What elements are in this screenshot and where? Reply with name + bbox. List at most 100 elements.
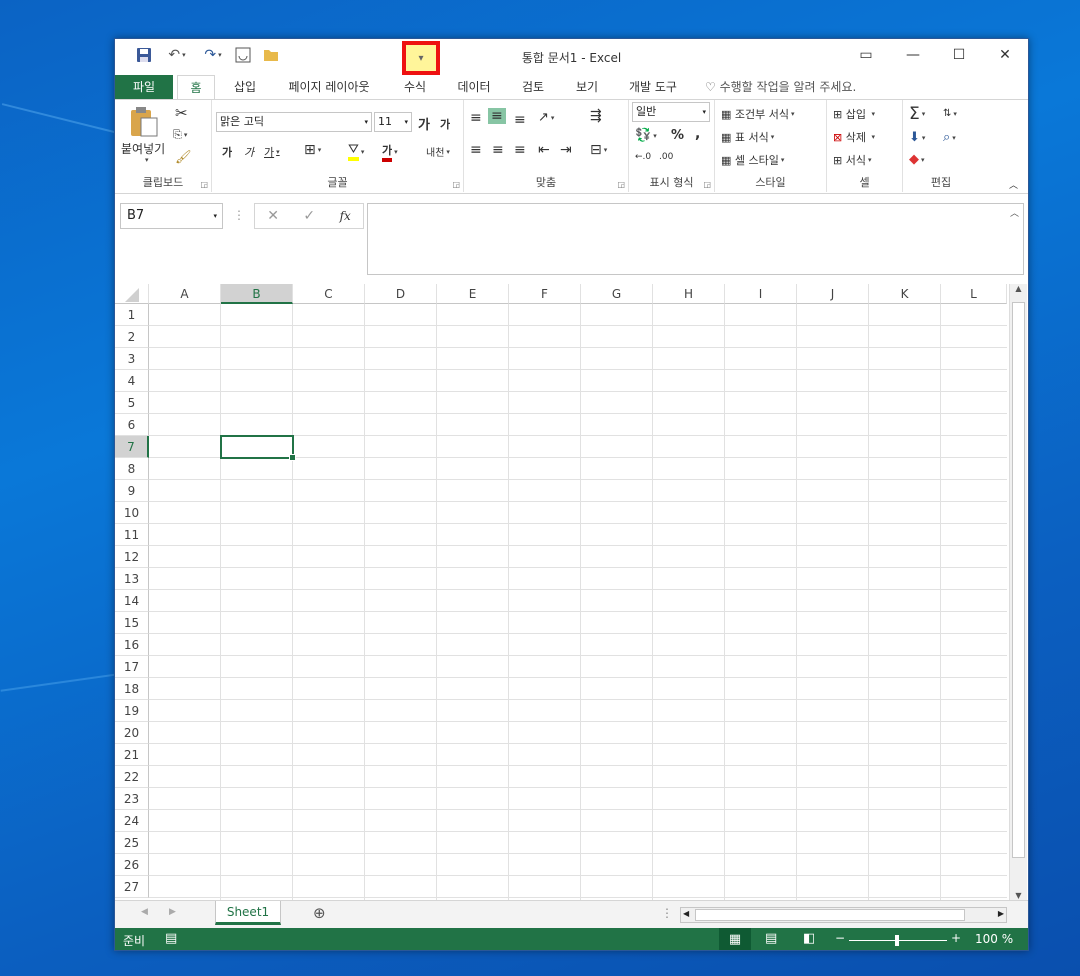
- row-header[interactable]: 25: [115, 832, 149, 854]
- row-header[interactable]: 16: [115, 634, 149, 656]
- tab-insert[interactable]: 삽입: [225, 75, 265, 99]
- tab-formulas[interactable]: 수식: [395, 75, 435, 99]
- cut-icon[interactable]: ✂: [175, 104, 188, 122]
- formula-input[interactable]: [367, 203, 1024, 275]
- middle-align-icon[interactable]: ≡: [488, 108, 506, 124]
- row-header[interactable]: 6: [115, 414, 149, 436]
- autosum-icon[interactable]: Σ ▾: [909, 104, 925, 124]
- zoom-in-icon[interactable]: +: [951, 931, 961, 945]
- bottom-align-icon[interactable]: ≡: [514, 112, 526, 128]
- row-header[interactable]: 11: [115, 524, 149, 546]
- column-header[interactable]: B: [221, 284, 293, 304]
- row-header[interactable]: 17: [115, 656, 149, 678]
- page-layout-view-icon[interactable]: ▤: [765, 931, 777, 946]
- format-painter-icon[interactable]: 🖌: [175, 150, 192, 165]
- font-color-button[interactable]: 가 ▾: [382, 142, 398, 162]
- scroll-thumb[interactable]: [1012, 302, 1025, 858]
- next-sheet-icon[interactable]: ▶: [169, 907, 176, 917]
- scroll-up-icon[interactable]: ▲: [1010, 284, 1027, 293]
- paste-button[interactable]: 붙여넣기: [121, 140, 165, 157]
- zoom-level[interactable]: 100 %: [975, 932, 1013, 946]
- row-header[interactable]: 24: [115, 810, 149, 832]
- cancel-icon[interactable]: ✕: [267, 208, 279, 224]
- enter-icon[interactable]: ✓: [303, 208, 315, 224]
- alignment-launcher-icon[interactable]: ◲: [617, 180, 625, 189]
- tab-developer[interactable]: 개발 도구: [621, 75, 685, 99]
- decrease-indent-icon[interactable]: ⇤: [538, 142, 550, 158]
- tab-data[interactable]: 데이터: [451, 75, 497, 99]
- grow-font-button[interactable]: 가: [418, 114, 430, 133]
- italic-button[interactable]: 가: [244, 144, 254, 160]
- font-launcher-icon[interactable]: ◲: [452, 180, 460, 189]
- row-header[interactable]: 2: [115, 326, 149, 348]
- shrink-font-button[interactable]: 가: [440, 116, 450, 132]
- number-launcher-icon[interactable]: ◲: [703, 180, 711, 189]
- tab-file[interactable]: 파일: [115, 75, 173, 99]
- copy-icon[interactable]: ⎘ ▾: [173, 128, 187, 142]
- tab-page-layout[interactable]: 페이지 레이아웃: [279, 75, 379, 99]
- cell-styles-button[interactable]: ▦ 셀 스타일 ▾: [721, 152, 784, 168]
- horizontal-scrollbar[interactable]: ◀ ▶: [680, 907, 1007, 923]
- column-header[interactable]: C: [293, 284, 365, 304]
- underline-button[interactable]: 가 ▾: [264, 144, 280, 160]
- orientation-icon[interactable]: ↗ ▾: [538, 110, 554, 125]
- row-header[interactable]: 4: [115, 370, 149, 392]
- column-header[interactable]: F: [509, 284, 581, 304]
- clipboard-launcher-icon[interactable]: ◲: [200, 180, 208, 189]
- row-header[interactable]: 13: [115, 568, 149, 590]
- align-right-icon[interactable]: ≡: [514, 142, 526, 158]
- minimize-button[interactable]: —: [895, 43, 931, 67]
- decrease-decimal-icon[interactable]: .00: [659, 152, 673, 162]
- tab-review[interactable]: 검토: [513, 75, 553, 99]
- close-button[interactable]: ✕: [987, 43, 1023, 67]
- percent-button[interactable]: %: [671, 128, 684, 143]
- wrap-text-icon[interactable]: ⇶: [590, 108, 602, 124]
- row-header[interactable]: 23: [115, 788, 149, 810]
- fill-color-icon[interactable]: ⛛ ▾: [348, 142, 364, 161]
- phonetic-button[interactable]: 내천 ▾: [426, 144, 450, 160]
- column-header[interactable]: K: [869, 284, 941, 304]
- select-all-button[interactable]: [115, 284, 149, 304]
- align-center-icon[interactable]: ≡: [492, 142, 504, 158]
- row-header[interactable]: 12: [115, 546, 149, 568]
- zoom-out-icon[interactable]: −: [835, 931, 845, 945]
- cell-area[interactable]: [149, 304, 1007, 900]
- row-header[interactable]: 5: [115, 392, 149, 414]
- font-size-combo[interactable]: 11 ▾: [374, 112, 412, 132]
- split-handle-icon[interactable]: ⋮: [661, 906, 673, 920]
- row-header[interactable]: 20: [115, 722, 149, 744]
- name-box[interactable]: B7 ▾: [120, 203, 223, 229]
- align-left-icon[interactable]: ≡: [470, 142, 482, 158]
- row-header[interactable]: 7: [115, 436, 149, 458]
- column-header[interactable]: E: [437, 284, 509, 304]
- zoom-slider-thumb[interactable]: [895, 935, 899, 946]
- normal-view-icon[interactable]: ▦: [719, 928, 751, 950]
- border-icon[interactable]: ⊞ ▾: [304, 142, 321, 158]
- column-header[interactable]: D: [365, 284, 437, 304]
- column-header[interactable]: A: [149, 284, 221, 304]
- conditional-formatting-button[interactable]: ▦ 조건부 서식 ▾: [721, 106, 795, 122]
- row-header[interactable]: 18: [115, 678, 149, 700]
- maximize-button[interactable]: ☐: [941, 43, 977, 67]
- format-cells-button[interactable]: ⊞ 서식 ▾: [833, 152, 871, 168]
- tab-view[interactable]: 보기: [567, 75, 607, 99]
- format-as-table-button[interactable]: ▦ 표 서식 ▾: [721, 129, 774, 145]
- sort-filter-icon[interactable]: ⇅ ▾: [943, 108, 957, 119]
- increase-indent-icon[interactable]: ⇥: [560, 142, 572, 158]
- font-name-combo[interactable]: 맑은 고딕 ▾: [216, 112, 372, 132]
- row-header[interactable]: 22: [115, 766, 149, 788]
- paste-icon[interactable]: [129, 106, 159, 138]
- clear-icon[interactable]: ◆ ▾: [909, 152, 925, 167]
- merge-center-icon[interactable]: ⊟ ▾: [590, 142, 607, 158]
- fill-icon[interactable]: ⬇ ▾: [909, 130, 925, 145]
- column-header[interactable]: J: [797, 284, 869, 304]
- row-header[interactable]: 21: [115, 744, 149, 766]
- prev-sheet-icon[interactable]: ◀: [141, 907, 148, 917]
- row-header[interactable]: 9: [115, 480, 149, 502]
- scroll-right-icon[interactable]: ▶: [998, 909, 1004, 918]
- comma-button[interactable]: ,: [695, 126, 700, 142]
- insert-function-icon[interactable]: fx: [340, 209, 351, 223]
- row-header[interactable]: 26: [115, 854, 149, 876]
- row-header[interactable]: 14: [115, 590, 149, 612]
- scroll-left-icon[interactable]: ◀: [683, 909, 689, 918]
